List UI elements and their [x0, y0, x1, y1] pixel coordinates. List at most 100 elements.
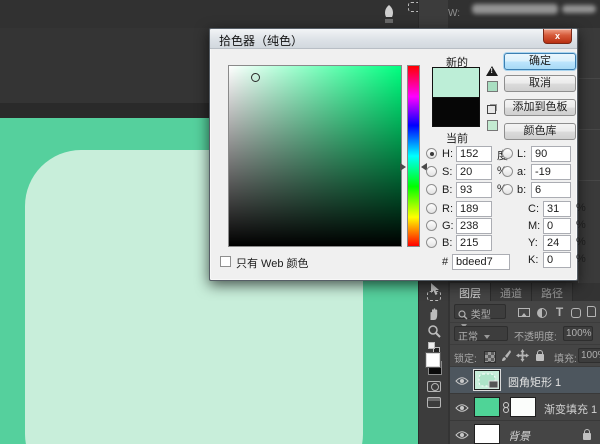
tab-channels[interactable]: 通道 [491, 283, 532, 301]
lock-paint-icon[interactable] [498, 348, 513, 363]
foreground-background-swatches[interactable] [426, 352, 442, 376]
a-input[interactable] [531, 164, 571, 180]
dialog-title[interactable]: 拾色器（纯色） [210, 29, 577, 49]
eye-icon[interactable] [455, 376, 469, 386]
layer-row-gradient-fill[interactable]: 渐变填充 1 [450, 394, 600, 421]
filter-smart-objects-icon[interactable] [584, 304, 599, 319]
web-safe-color-chip[interactable] [487, 120, 498, 131]
saturation-radio[interactable] [426, 166, 437, 177]
c-unit: % [576, 202, 586, 214]
rgb-b-input[interactable] [456, 235, 492, 251]
r-label: R: [442, 203, 453, 215]
filter-shape-layers-icon[interactable] [568, 305, 583, 320]
ok-button[interactable]: 确定 [504, 53, 576, 70]
tab-paths[interactable]: 路径 [532, 283, 573, 301]
c-label: C: [528, 203, 539, 215]
watermark [472, 4, 558, 14]
blue-radio[interactable] [426, 237, 437, 248]
y-label: Y: [528, 237, 538, 249]
gradient-fill-thumbnail[interactable] [474, 397, 500, 417]
filter-kind-dropdown[interactable]: 类型 [454, 304, 506, 319]
rgb-b-label: B: [442, 237, 452, 249]
search-icon [458, 310, 468, 320]
color-picker-dialog: 拾色器（纯色） x 新的 当前 确定 取消 添加到色板 颜色库 H: 度 S: … [209, 28, 578, 281]
blend-mode-row: 正常 不透明度: 100% [450, 323, 600, 345]
m-input[interactable] [543, 218, 571, 234]
lab-l-radio[interactable] [502, 148, 513, 159]
foreground-color-swatch[interactable] [426, 353, 440, 367]
eye-icon[interactable] [455, 430, 469, 440]
lab-b-radio[interactable] [502, 184, 513, 195]
color-libraries-button[interactable]: 颜色库 [504, 123, 576, 140]
g-label: G: [442, 220, 454, 232]
web-only-label: 只有 Web 颜色 [236, 255, 309, 271]
brightness-radio[interactable] [426, 184, 437, 195]
chevron-down-icon [484, 335, 490, 339]
l-input[interactable] [531, 146, 571, 162]
hex-prefix: # [442, 256, 448, 268]
g-input[interactable] [456, 218, 492, 234]
y-input[interactable] [543, 235, 571, 251]
cancel-button[interactable]: 取消 [504, 75, 576, 92]
c-input[interactable] [543, 201, 571, 217]
red-radio[interactable] [426, 203, 437, 214]
hue-slider-handle-left[interactable] [400, 163, 406, 171]
r-input[interactable] [456, 201, 492, 217]
opacity-value[interactable]: 100% [563, 326, 593, 341]
layer-name[interactable]: 渐变填充 1 [544, 401, 597, 417]
zoom-tool-icon[interactable] [426, 323, 442, 339]
watermark [562, 5, 596, 13]
filter-type-layers-icon[interactable]: T [552, 304, 567, 319]
gamut-warning-icon[interactable] [486, 66, 498, 76]
layer-row-rounded-rectangle[interactable]: 圆角矩形 1 [450, 367, 600, 394]
fill-label: 填充: [554, 350, 577, 365]
layer-row-background[interactable]: 背景 [450, 421, 600, 444]
k-unit: % [576, 253, 586, 265]
lock-icon [579, 429, 594, 444]
quick-mask-icon[interactable] [426, 378, 442, 394]
hand-tool-icon[interactable] [426, 306, 442, 322]
blend-mode-value: 正常 [458, 332, 478, 343]
gamut-closest-color-chip[interactable] [487, 81, 498, 92]
opacity-label: 不透明度: [514, 328, 557, 343]
hue-radio[interactable] [426, 148, 437, 159]
pen-tool-icon[interactable] [380, 3, 398, 25]
s-input[interactable] [456, 164, 492, 180]
l-label: L: [517, 148, 526, 160]
lock-label: 锁定: [454, 350, 477, 365]
color-field[interactable] [228, 65, 402, 247]
screen-mode-icon[interactable] [426, 394, 442, 410]
green-radio[interactable] [426, 220, 437, 231]
add-to-swatches-button[interactable]: 添加到色板 [504, 99, 576, 116]
tab-layers[interactable]: 图层 [450, 283, 491, 301]
h-input[interactable] [456, 146, 492, 162]
layers-panel: 图层 通道 路径 类型 T 正常 不透明度: 100% 锁定: [450, 283, 600, 444]
k-input[interactable] [543, 252, 571, 268]
filter-pixel-layers-icon[interactable] [516, 305, 531, 320]
lock-position-icon[interactable] [515, 348, 530, 363]
color-field-marker[interactable] [251, 73, 260, 82]
lock-all-icon[interactable] [532, 350, 547, 365]
b-input[interactable] [456, 182, 492, 198]
layer-thumbnail[interactable] [474, 424, 500, 444]
filter-adjustment-layers-icon[interactable] [534, 305, 549, 320]
fill-value[interactable]: 100% [578, 348, 600, 363]
blend-mode-dropdown[interactable]: 正常 [454, 326, 508, 341]
close-icon[interactable]: x [543, 29, 572, 44]
eye-icon[interactable] [455, 403, 469, 413]
web-safe-cube-icon[interactable] [487, 105, 496, 114]
layer-name[interactable]: 背景 [508, 428, 530, 444]
link-icon[interactable] [503, 402, 508, 413]
lab-a-radio[interactable] [502, 166, 513, 177]
lab-b-input[interactable] [531, 182, 571, 198]
lab-b-label: b: [517, 184, 526, 196]
layer-thumbnail[interactable] [474, 370, 500, 390]
marquee-tool-icon[interactable] [426, 288, 442, 304]
web-only-checkbox[interactable] [220, 256, 231, 267]
hex-input[interactable] [452, 254, 510, 270]
hue-slider[interactable] [407, 65, 420, 247]
layer-mask-thumbnail[interactable] [510, 397, 536, 417]
layer-name[interactable]: 圆角矩形 1 [508, 374, 561, 390]
width-field-label: W: [448, 8, 460, 19]
lock-transparency-icon[interactable] [482, 349, 497, 364]
